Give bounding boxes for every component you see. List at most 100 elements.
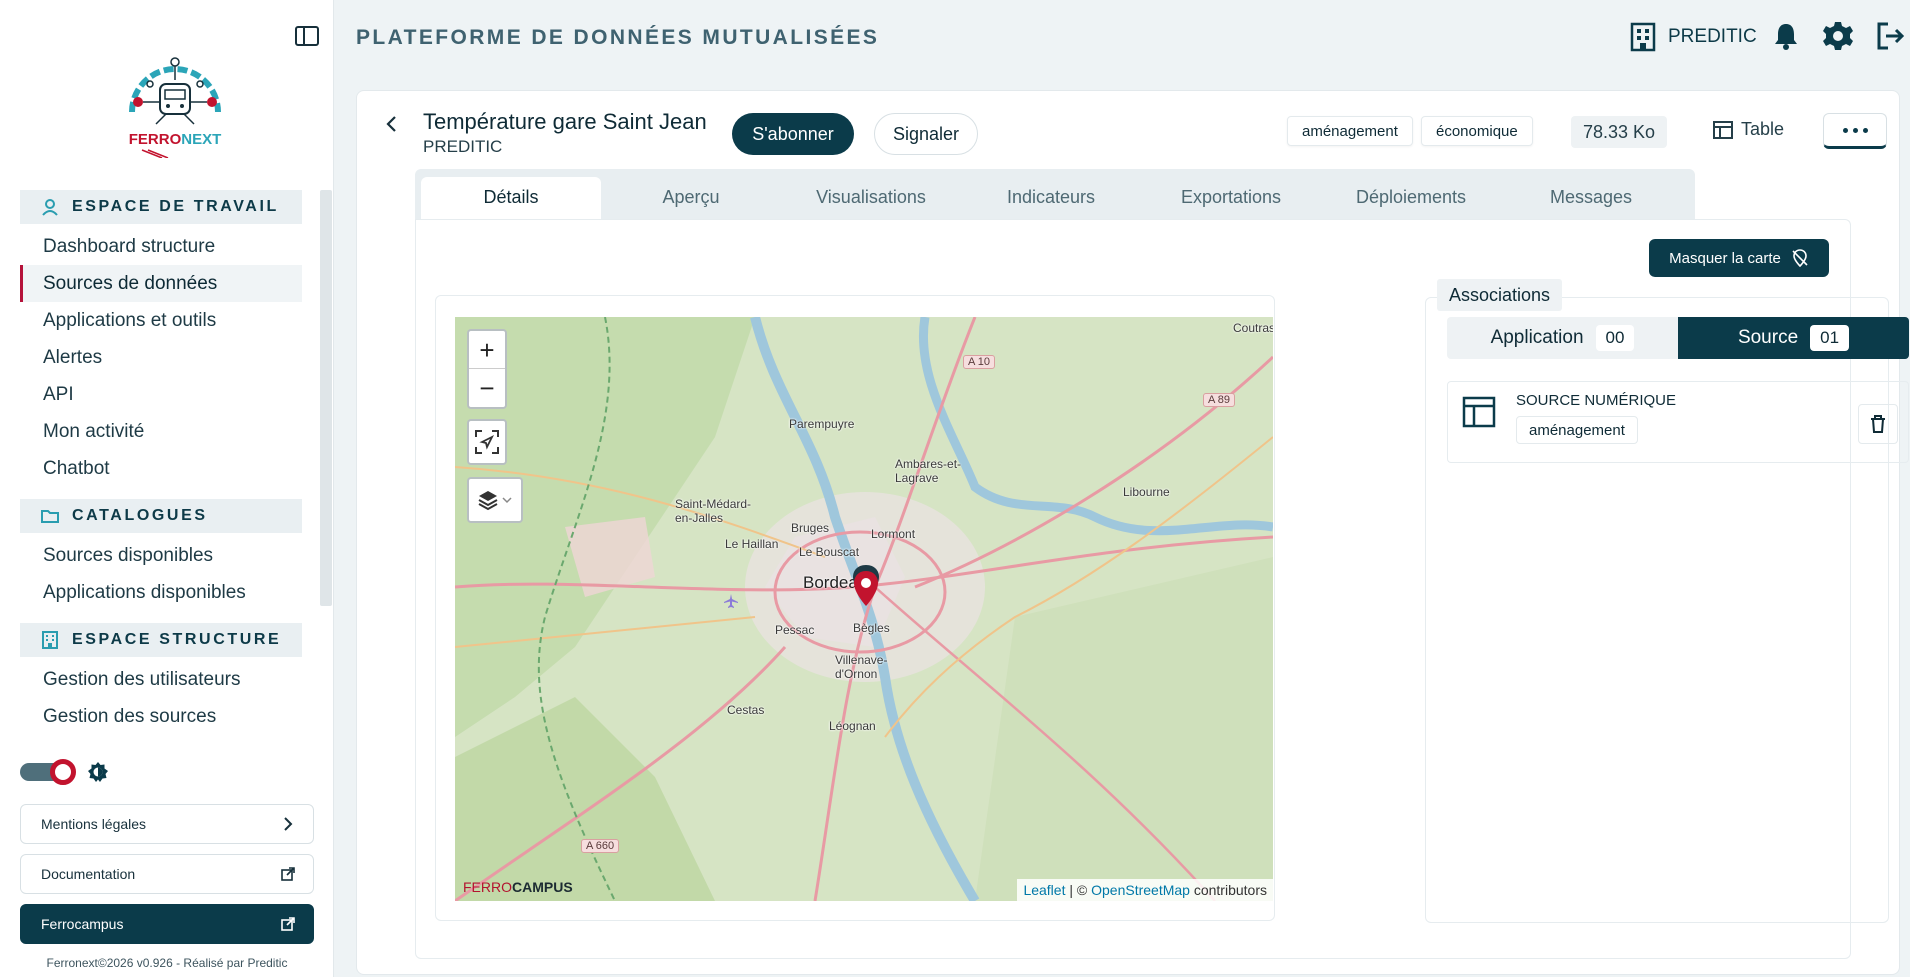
map-label: Libourne xyxy=(1123,485,1170,499)
folder-icon xyxy=(40,506,60,526)
trash-icon xyxy=(1871,415,1885,433)
tab-preview[interactable]: Aperçu xyxy=(601,177,781,219)
map-view[interactable]: Coutras Parempuyre Ambares-et-Lagrave Li… xyxy=(455,317,1273,901)
road-label: A 10 xyxy=(963,355,996,369)
source-tab[interactable]: Source 01 xyxy=(1678,317,1909,359)
brightness-icon[interactable] xyxy=(86,760,110,784)
documentation-label: Documentation xyxy=(41,866,136,882)
tab-exports[interactable]: Exportations xyxy=(1141,177,1321,219)
more-options-button[interactable] xyxy=(1823,113,1887,149)
table-view-button[interactable]: Table xyxy=(1713,119,1784,140)
documentation-link[interactable]: Documentation xyxy=(20,854,314,894)
sidebar-item-user-management[interactable]: Gestion des utilisateurs xyxy=(20,661,302,698)
legal-mentions-link[interactable]: Mentions légales xyxy=(20,804,314,844)
section-workspace: ESPACE DE TRAVAIL xyxy=(20,190,302,224)
table-icon xyxy=(1713,120,1733,139)
tag-badge: aménagement xyxy=(1287,116,1413,146)
sidebar-item-available-apps[interactable]: Applications disponibles xyxy=(20,574,302,611)
ferrocampus-link[interactable]: Ferrocampus xyxy=(20,904,314,944)
sidebar-item-applications[interactable]: Applications et outils xyxy=(20,302,302,339)
application-label: Application xyxy=(1490,327,1584,348)
user-icon xyxy=(40,197,60,217)
sidebar-item-data-sources[interactable]: Sources de données xyxy=(20,265,302,302)
leaflet-link[interactable]: Leaflet xyxy=(1023,882,1065,898)
view-label: Table xyxy=(1741,119,1785,139)
map-label: Lormont xyxy=(871,527,916,541)
map-label: Pessac xyxy=(775,623,815,637)
map-label: Parempuyre xyxy=(789,417,855,431)
footer-credits: Ferronext©2026 v0.926 - Réalisé par Pred… xyxy=(46,956,288,970)
legal-mentions-label: Mentions légales xyxy=(41,816,147,832)
external-link-icon xyxy=(281,867,295,881)
organization-selector[interactable]: PREDITIC xyxy=(1630,22,1757,52)
airport-icon xyxy=(724,594,738,608)
report-button[interactable]: Signaler xyxy=(874,113,978,155)
table-icon xyxy=(1462,396,1496,428)
tab-visualizations[interactable]: Visualisations xyxy=(781,177,961,219)
chevron-right-icon xyxy=(284,817,293,831)
dataset-title: Température gare Saint Jean xyxy=(423,109,707,134)
osm-link[interactable]: OpenStreetMap xyxy=(1091,882,1190,898)
sidebar-item-dashboard[interactable]: Dashboard structure xyxy=(20,228,302,265)
gear-icon[interactable] xyxy=(1822,20,1854,52)
map-attribution: Leaflet | © OpenStreetMap contributors xyxy=(1017,879,1273,901)
sidebar-item-available-sources[interactable]: Sources disponibles xyxy=(20,537,302,574)
application-tab[interactable]: Application 00 xyxy=(1447,317,1678,359)
layers-button[interactable] xyxy=(467,477,523,523)
ferronext-logo[interactable]: FERRONEXT xyxy=(112,54,238,159)
sidebar-item-chatbot[interactable]: Chatbot xyxy=(20,450,302,487)
map-label: Villenave-d'Ornon xyxy=(835,653,888,681)
source-list-item[interactable]: SOURCE NUMÉRIQUE aménagement xyxy=(1447,381,1909,463)
road-label: A 660 xyxy=(581,839,620,853)
subscribe-button[interactable]: S'abonner xyxy=(732,113,854,155)
associations-title: Associations xyxy=(1437,279,1563,311)
section-title: CATALOGUES xyxy=(72,507,208,524)
dataset-card: Température gare Saint Jean PREDITIC S'a… xyxy=(356,90,1909,975)
sidebar-item-api[interactable]: API xyxy=(20,376,302,413)
sidebar-item-alerts[interactable]: Alertes xyxy=(20,339,302,376)
zoom-in-button[interactable]: + xyxy=(469,331,505,369)
map-label: Coutras xyxy=(1233,321,1273,335)
theme-switcher xyxy=(20,759,110,785)
sidebar-toggle-icon[interactable] xyxy=(294,24,320,48)
ferrocampus-label: Ferrocampus xyxy=(41,916,124,932)
sidebar-nav: ESPACE DE TRAVAIL Dashboard structure So… xyxy=(20,190,302,742)
section-catalogues: CATALOGUES xyxy=(20,499,302,533)
building-icon xyxy=(1630,22,1656,52)
map-label: Léognan xyxy=(829,719,876,733)
tag-badge: économique xyxy=(1421,116,1533,146)
bell-icon[interactable] xyxy=(1770,20,1802,52)
sidebar-item-activity[interactable]: Mon activité xyxy=(20,413,302,450)
delete-button[interactable] xyxy=(1858,404,1898,444)
source-name: SOURCE NUMÉRIQUE xyxy=(1516,392,1677,409)
building-icon xyxy=(40,630,60,650)
hide-map-button[interactable]: Masquer la carte xyxy=(1649,239,1829,277)
section-structure: ESPACE STRUCTURE xyxy=(20,623,302,657)
tab-messages[interactable]: Messages xyxy=(1501,177,1681,219)
ferrocampus-map-logo: FERROCAMPUS xyxy=(463,879,573,895)
zoom-out-button[interactable]: − xyxy=(469,369,505,407)
dataset-owner: PREDITIC xyxy=(423,137,503,156)
location-off-icon xyxy=(1792,249,1808,267)
section-title: ESPACE DE TRAVAIL xyxy=(72,198,279,215)
road-label: A 89 xyxy=(1203,393,1236,407)
map-label: Cestas xyxy=(727,703,765,717)
logout-icon[interactable] xyxy=(1874,20,1906,52)
layers-icon xyxy=(478,491,512,511)
map-label: Ambares-et-Lagrave xyxy=(895,457,962,485)
tab-details[interactable]: Détails xyxy=(421,177,601,219)
associations-switch: Application 00 Source 01 xyxy=(1447,317,1909,359)
sidebar-item-source-management[interactable]: Gestion des sources xyxy=(20,698,302,735)
map-label: Le Haillan xyxy=(725,537,779,551)
fit-bounds-button[interactable] xyxy=(467,419,507,465)
organization-name: PREDITIC xyxy=(1668,26,1757,47)
tab-deployments[interactable]: Déploiements xyxy=(1321,177,1501,219)
sidebar-scrollbar[interactable] xyxy=(320,190,332,606)
tab-indicators[interactable]: Indicateurs xyxy=(961,177,1141,219)
theme-toggle[interactable] xyxy=(20,759,76,785)
zoom-control: + − xyxy=(467,329,507,409)
back-arrow-icon[interactable] xyxy=(381,113,403,135)
map-marker-icon[interactable] xyxy=(851,565,881,607)
map-basemap xyxy=(455,317,1273,901)
source-label: Source xyxy=(1737,327,1799,348)
